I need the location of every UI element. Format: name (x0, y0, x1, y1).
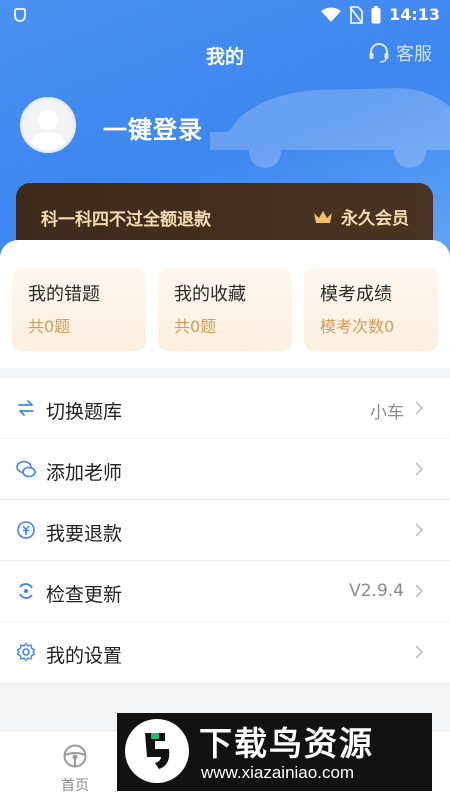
watermark-title: 下载鸟资源 (199, 724, 374, 763)
vip-promo-text: 科一科四不过全额退款 (41, 210, 211, 230)
menu-item-check-update[interactable]: 检查更新 V2.9.4 (0, 561, 450, 622)
stats-section: 我的错题 共0题 我的收藏 共0题 模考成绩 模考次数0 (0, 240, 450, 368)
vip-member-link[interactable]: 永久会员 (313, 204, 409, 229)
chevron-right-icon (415, 462, 424, 476)
card-subtitle: 共0题 (174, 317, 217, 336)
card-title: 模考成绩 (320, 284, 392, 305)
card-subtitle: 共0题 (28, 317, 71, 336)
chevron-right-icon (415, 645, 424, 659)
menu-label: 切换题库 (46, 401, 123, 423)
menu-label: 添加老师 (46, 462, 123, 484)
watermark-banner: 下载鸟资源 www.xiazainiao.com (117, 713, 432, 791)
chevron-right-icon (415, 584, 424, 598)
car-illustration (210, 88, 450, 168)
customer-service-button[interactable]: 客服 (368, 40, 432, 66)
card-title: 我的错题 (28, 284, 100, 305)
card-subtitle: 模考次数0 (320, 317, 395, 336)
menu-item-refund[interactable]: 我要退款 (0, 500, 450, 561)
login-button[interactable]: 一键登录 (103, 110, 203, 145)
chevron-right-icon (415, 523, 424, 537)
menu-item-settings[interactable]: 我的设置 (0, 622, 450, 683)
vip-member-label: 永久会员 (341, 209, 409, 229)
crown-icon (314, 210, 332, 223)
chevron-right-icon (415, 401, 424, 415)
steering-wheel-icon (63, 744, 87, 768)
no-sim-icon (349, 5, 363, 24)
refresh-icon (19, 583, 33, 599)
avatar[interactable] (20, 97, 76, 153)
watermark-url: www.xiazainiao.com (201, 763, 355, 782)
menu-value: 小车 (370, 403, 404, 423)
vip-banner[interactable]: 科一科四不过全额退款 永久会员 (16, 183, 433, 247)
headset-icon (369, 43, 389, 63)
customer-service-label: 客服 (396, 44, 432, 65)
wifi-icon (321, 7, 342, 22)
switch-icon (18, 400, 34, 416)
bird-logo-icon (125, 719, 189, 783)
menu-value: V2.9.4 (349, 581, 404, 601)
mock-exam-card[interactable]: 模考成绩 模考次数0 (304, 268, 438, 351)
menu-label: 我要退款 (46, 523, 123, 545)
tab-home-label: 首页 (61, 778, 89, 794)
menu-item-add-teacher[interactable]: 添加老师 (0, 439, 450, 500)
menu-item-switch-bank[interactable]: 切换题库 小车 (0, 378, 450, 439)
gear-icon (16, 642, 36, 662)
favorites-card[interactable]: 我的收藏 共0题 (158, 268, 292, 351)
header-background: 14:13 我的 客服 一键登录 科一科四不过全额退款 永久会员 (0, 0, 450, 260)
user-avatar-icon (29, 110, 67, 150)
tab-home[interactable]: 首页 (40, 743, 110, 795)
refund-icon (17, 521, 35, 539)
card-title: 我的收藏 (174, 284, 246, 305)
wrong-questions-card[interactable]: 我的错题 共0题 (12, 268, 146, 351)
status-bar: 14:13 (0, 0, 450, 32)
status-time: 14:13 (389, 5, 440, 24)
settings-menu: 切换题库 小车 添加老师 我要退款 检查更新 V2.9.4 我的设置 (0, 378, 450, 683)
battery-icon (371, 5, 381, 23)
menu-label: 检查更新 (46, 584, 123, 606)
shield-status-icon (14, 8, 26, 22)
wechat-icon (16, 460, 36, 478)
menu-label: 我的设置 (46, 645, 123, 667)
